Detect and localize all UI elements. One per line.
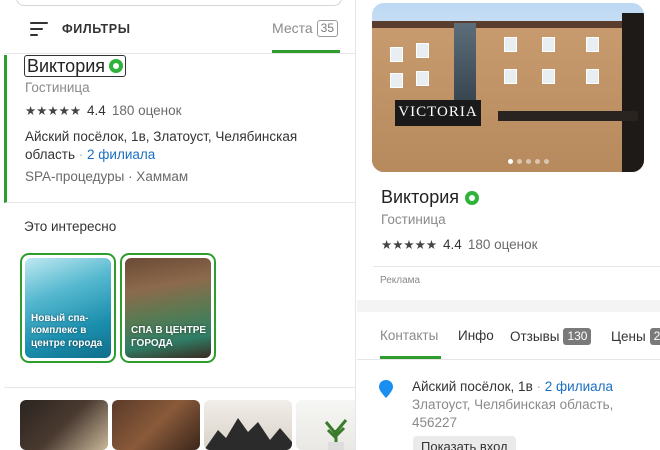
address-sub: Златоуст, Челябинская область, 456227 xyxy=(412,397,614,430)
photo-window xyxy=(586,69,599,84)
filters-label: ФИЛЬТРЫ xyxy=(62,22,131,36)
rating-value: 4.4 xyxy=(87,103,106,118)
branches-link[interactable]: 2 филиала xyxy=(545,379,613,394)
place-tabs: Контакты Инфо Отзывы 130 Цены 2 xyxy=(357,312,660,360)
place-category: Гостиница xyxy=(381,212,446,227)
tab-contacts-indicator xyxy=(380,356,441,359)
place-rating[interactable]: ★★★★★ 4.4 180 оценок xyxy=(381,237,538,252)
story-caption: Новый спа-комплекс в центре города xyxy=(31,312,103,349)
ad-label: Реклама xyxy=(380,275,421,286)
tab-label: Инфо xyxy=(458,328,494,343)
photo-sign: VICTORIA xyxy=(395,100,481,126)
photo-window xyxy=(416,43,429,58)
filter-icon xyxy=(30,22,48,36)
place-details-panel: VICTORIA Виктория Гостиница ★★★★★ 4.4 18… xyxy=(357,0,660,450)
photo-window xyxy=(390,73,403,88)
filters-button[interactable]: ФИЛЬТРЫ xyxy=(30,19,131,39)
result-card[interactable]: Виктория Гостиница ★★★★★ 4.4 180 оценок … xyxy=(4,55,355,203)
interest-title: Это интересно xyxy=(24,219,117,234)
address-separator: · xyxy=(536,379,542,394)
result-name: Виктория xyxy=(27,56,106,76)
place-photo[interactable]: VICTORIA xyxy=(372,3,644,172)
verified-icon xyxy=(109,59,124,73)
star-rating-icon: ★★★★★ xyxy=(381,238,438,252)
tab-places-indicator xyxy=(272,50,340,53)
promo-thumbnail[interactable] xyxy=(20,400,108,450)
photo-window xyxy=(416,71,429,86)
rating-count: 180 оценок xyxy=(111,103,182,118)
search-box-edge xyxy=(16,0,342,6)
tab-info[interactable]: Инфо xyxy=(458,328,494,343)
photo-window xyxy=(586,37,599,52)
interest-section: Это интересно Новый спа-комплекс в центр… xyxy=(4,204,355,388)
tab-places-count: 35 xyxy=(316,20,339,37)
plant-icon xyxy=(324,419,348,450)
tab-badge: 130 xyxy=(563,328,592,345)
photo-pagination xyxy=(508,159,549,164)
mountain-silhouette-icon xyxy=(204,418,292,450)
divider xyxy=(373,266,660,267)
result-tags: SPA-процедуры · Хаммам xyxy=(25,169,189,184)
address-text: Айский посёлок, 1в, Златоуст, Челябинска… xyxy=(25,129,298,162)
story-image: Новый спа-комплекс в центре города xyxy=(25,258,111,358)
tab-label: Контакты xyxy=(380,328,439,343)
result-address: Айский посёлок, 1в, Златоуст, Челябинска… xyxy=(25,128,335,164)
star-rating-icon: ★★★★★ xyxy=(25,104,82,118)
tab-places[interactable]: Места 35 xyxy=(272,19,340,53)
address-main: Айский посёлок, 1в xyxy=(412,379,533,394)
rating-value: 4.4 xyxy=(443,237,462,252)
story-card[interactable]: Новый спа-комплекс в центре города xyxy=(20,253,116,363)
photo-tower xyxy=(622,13,644,172)
place-title: Виктория xyxy=(381,187,480,208)
location-pin-icon xyxy=(379,380,393,398)
story-image: СПА В ЦЕНТРЕ ГОРОДА xyxy=(125,258,211,358)
tab-places-label: Места xyxy=(272,20,313,36)
promo-thumbnail[interactable] xyxy=(204,400,292,450)
photo-window xyxy=(504,37,517,52)
address-details: Айский посёлок, 1в · 2 филиала Златоуст,… xyxy=(412,378,652,432)
story-card[interactable]: СПА В ЦЕНТРЕ ГОРОДА xyxy=(120,253,216,363)
photo-window xyxy=(504,69,517,84)
place-name: Виктория xyxy=(381,187,460,207)
result-title[interactable]: Виктория xyxy=(24,55,127,77)
tab-label: Цены xyxy=(611,329,646,344)
result-rating: ★★★★★ 4.4 180 оценок xyxy=(25,103,182,118)
tab-reviews[interactable]: Отзывы 130 xyxy=(510,328,592,345)
search-results-panel: ФИЛЬТРЫ Места 35 Виктория Гостиница ★★★★… xyxy=(4,0,356,450)
promo-thumbnail[interactable] xyxy=(112,400,200,450)
results-toolbar: ФИЛЬТРЫ Места 35 xyxy=(4,0,355,54)
tab-label: Отзывы xyxy=(510,329,560,344)
branches-link[interactable]: 2 филиала xyxy=(87,147,155,162)
photo-window xyxy=(542,69,555,84)
photo-window xyxy=(390,47,403,62)
rating-count: 180 оценок xyxy=(467,237,538,252)
show-entrance-button[interactable]: Показать вход xyxy=(413,436,516,450)
photo-window xyxy=(542,37,555,52)
story-caption: СПА В ЦЕНТРЕ ГОРОДА xyxy=(131,325,207,349)
tab-prices[interactable]: Цены 2 xyxy=(611,328,660,345)
section-gap xyxy=(357,300,660,312)
result-category: Гостиница xyxy=(25,80,90,95)
photo-canopy xyxy=(498,111,638,121)
promo-thumbnails xyxy=(20,400,355,450)
tab-contacts[interactable]: Контакты xyxy=(380,328,441,359)
address-separator: · xyxy=(78,147,84,162)
promo-thumbnail[interactable] xyxy=(296,400,355,450)
tab-badge: 2 xyxy=(649,328,660,345)
verified-icon xyxy=(465,190,480,205)
